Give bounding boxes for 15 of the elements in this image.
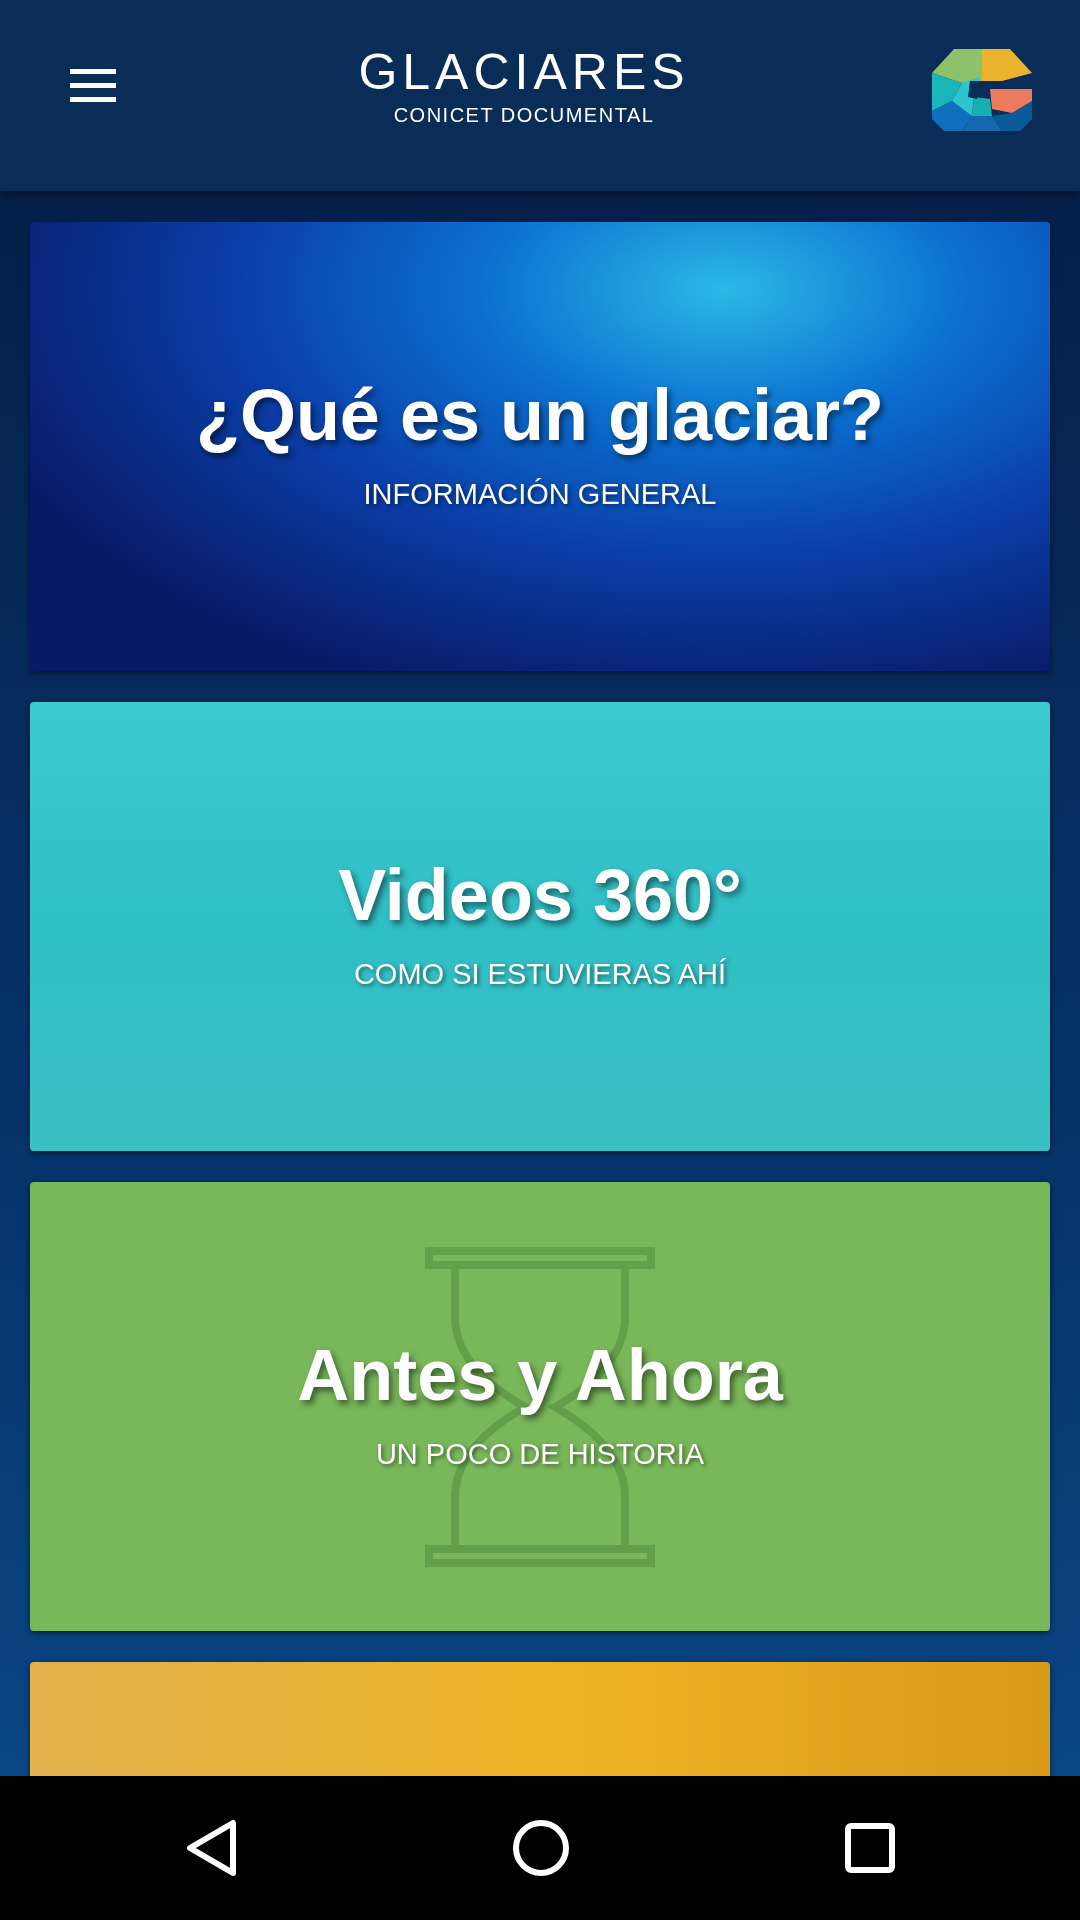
menu-card[interactable]: ¿Qué es un glaciar? INFORMACIÓN GENERAL [30,222,1050,671]
menu-icon[interactable] [70,68,116,103]
app-subtitle: CONICET DOCUMENTAL [392,104,656,125]
card-title: ¿Qué es un glaciar? [195,376,885,456]
menu-card[interactable]: Antes y Ahora UN POCO DE HISTORIA [30,1182,1050,1631]
back-icon[interactable] [185,1819,238,1877]
card-subtitle: INFORMACIÓN GENERAL [363,477,717,513]
card-subtitle: UN POCO DE HISTORIA [375,1437,705,1473]
recents-icon[interactable] [844,1823,895,1873]
card-subtitle: COMO SI ESTUVIERAS AHÍ [353,957,727,993]
card-title: Videos 360° [338,856,742,936]
app-title: GLACIARES [358,46,690,97]
card-title: Antes y Ahora [297,1336,783,1416]
home-icon[interactable] [512,1819,570,1877]
menu-card[interactable]: Videos 360° COMO SI ESTUVIERAS AHÍ [30,702,1050,1151]
